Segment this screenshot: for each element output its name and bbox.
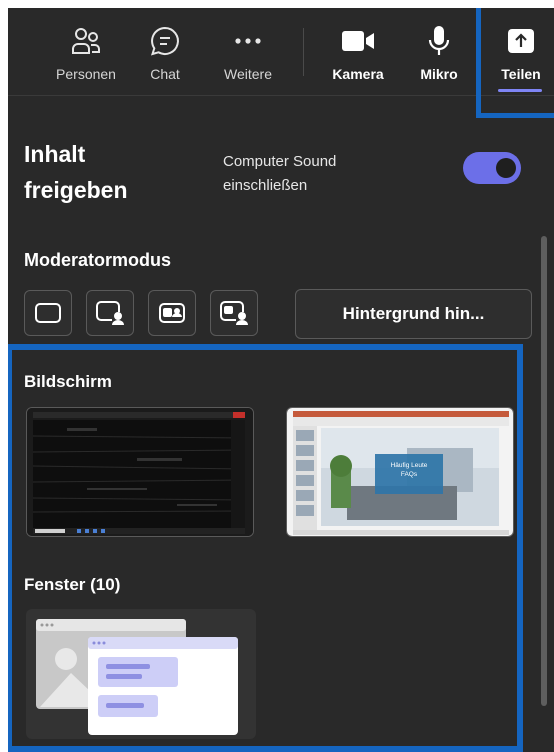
camera-icon (340, 24, 376, 58)
chat-icon (147, 24, 183, 58)
side-by-side-button[interactable] (148, 290, 196, 336)
panel-scrollbar[interactable] (541, 236, 547, 706)
content-only-button[interactable] (24, 290, 72, 336)
chat-button[interactable]: Chat (132, 8, 198, 96)
share-content-highlight (8, 344, 523, 752)
presenter-mode-title: Moderatormodus (24, 250, 172, 270)
background-button[interactable]: Hintergrund hin... (295, 289, 532, 339)
standout-button[interactable] (86, 290, 134, 336)
teams-share-window: Personen Chat Weitere Kamera Mikro Teile… (8, 8, 554, 752)
toolbar-divider (303, 28, 304, 76)
more-dots-icon (230, 24, 266, 58)
camera-label: Kamera (332, 66, 384, 82)
more-label: Weitere (224, 66, 272, 82)
mic-label: Mikro (420, 66, 458, 82)
meeting-toolbar: Personen Chat Weitere Kamera Mikro Teile… (8, 8, 554, 96)
computer-sound-toggle[interactable] (463, 152, 521, 184)
side-by-side-icon (159, 303, 185, 323)
reporter-button[interactable] (210, 290, 258, 336)
more-button[interactable]: Weitere (212, 8, 284, 96)
reporter-icon (220, 301, 248, 326)
standout-icon (96, 301, 124, 326)
people-icon (68, 24, 104, 58)
people-label: Personen (56, 66, 116, 82)
share-button-highlight (476, 8, 554, 118)
chat-label: Chat (150, 66, 180, 82)
microphone-icon (421, 24, 457, 58)
computer-sound-label: Computer Sound einschließen (223, 153, 337, 194)
camera-button[interactable]: Kamera (322, 8, 394, 96)
content-only-icon (35, 303, 61, 323)
people-button[interactable]: Personen (50, 8, 122, 96)
panel-title: Inhalt freigeben (24, 141, 128, 203)
mic-button[interactable]: Mikro (408, 8, 470, 96)
toggle-knob (496, 158, 516, 178)
